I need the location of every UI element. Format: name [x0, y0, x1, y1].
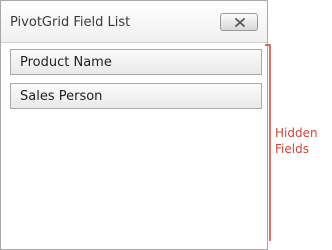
- annotation-line-2: Fields: [275, 142, 309, 156]
- title-bar: PivotGrid Field List: [1, 1, 267, 43]
- close-icon: [235, 18, 245, 27]
- field-list-panel: PivotGrid Field List Product Name Sales …: [0, 0, 268, 250]
- field-item-sales-person[interactable]: Sales Person: [10, 83, 262, 109]
- field-label: Sales Person: [20, 89, 103, 104]
- hidden-fields-bracket: [265, 44, 271, 241]
- field-label: Product Name: [20, 55, 112, 70]
- annotation-line-1: Hidden: [275, 126, 318, 140]
- window-title: PivotGrid Field List: [10, 15, 131, 30]
- field-list: Product Name Sales Person: [10, 49, 262, 117]
- close-button[interactable]: [220, 13, 258, 31]
- field-item-product-name[interactable]: Product Name: [10, 49, 262, 75]
- hidden-fields-annotation: Hidden Fields: [275, 125, 330, 157]
